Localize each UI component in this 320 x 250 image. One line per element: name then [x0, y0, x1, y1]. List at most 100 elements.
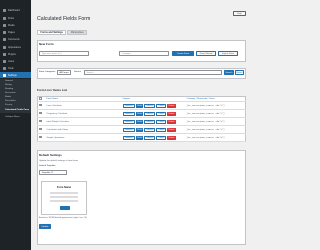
sidebar-item-comments[interactable]: Comments — [0, 36, 31, 42]
template-select[interactable]: Template #1 — [39, 170, 67, 175]
settings-icon — [3, 73, 6, 77]
delete-button[interactable]: Delete — [167, 127, 176, 132]
preview-caption: Based on: WCFB default appearance (style… — [39, 217, 87, 219]
clone-button[interactable]: Clone — [156, 135, 167, 140]
category-input[interactable]: Category — [119, 51, 169, 56]
entries-button[interactable]: Entries — [144, 119, 156, 124]
select-all-checkbox[interactable] — [39, 97, 42, 100]
plugins-icon — [3, 52, 6, 56]
rename-button[interactable]: Rename — [122, 127, 136, 132]
build-button[interactable]: Build — [135, 127, 144, 132]
sidebar-item-appearance[interactable]: Appearance — [0, 44, 31, 50]
tab-bar: Forms and Settings Marketplace — [37, 30, 88, 35]
new-form-heading: New Form — [39, 42, 54, 46]
rename-button[interactable]: Rename — [122, 135, 136, 140]
shortcode-cell: [CP_CALCULATED_FIELDS id="1"] — [185, 101, 246, 110]
table-row: Pregnancy Calculator Rename Build Entries Cl… — [37, 109, 246, 118]
clone-button[interactable]: Clone — [156, 119, 167, 124]
form-name-link[interactable]: Loan Calculator — [47, 105, 62, 107]
options-cell: Rename Build Entries Clone Delete — [121, 109, 186, 118]
form-name-cell: Simple Operations — [45, 133, 122, 142]
build-button[interactable]: Build — [135, 103, 144, 108]
template-label: Default Template — [39, 165, 56, 167]
forms-table: Form Name Options Category / Shortcode /… — [37, 96, 246, 142]
form-name-cell: Calculation with Steps — [45, 125, 122, 134]
submenu-calculated-fields-form[interactable]: Calculated Fields Form — [0, 107, 31, 113]
sidebar-item-settings[interactable]: Settings — [0, 72, 31, 78]
tab-marketplace[interactable]: Marketplace — [67, 30, 88, 35]
comments-icon — [3, 37, 6, 41]
row-checkbox[interactable] — [39, 111, 42, 115]
delete-button[interactable]: Delete — [167, 103, 176, 108]
entries-button[interactable]: Entries — [144, 111, 156, 116]
update-defaults-button[interactable]: Update — [39, 224, 51, 229]
entries-button[interactable]: Entries — [144, 103, 156, 108]
row-select[interactable] — [37, 133, 46, 142]
reset-button[interactable]: Reset — [235, 70, 244, 75]
row-select[interactable] — [37, 125, 46, 134]
rename-button[interactable]: Rename — [122, 103, 136, 108]
sidebar-item-plugins[interactable]: Plugins — [0, 51, 31, 57]
row-select[interactable] — [37, 101, 46, 110]
collapse-menu[interactable]: Collapse Menu — [0, 115, 31, 119]
row-select[interactable] — [37, 109, 46, 118]
sidebar-item-users[interactable]: Users — [0, 58, 31, 64]
posts-icon — [3, 16, 6, 20]
row-checkbox[interactable] — [39, 135, 42, 139]
form-wizard-button[interactable]: Form Wizard — [196, 51, 216, 56]
table-row: Simple Operations Rename Build Entries Clone… — [37, 133, 246, 142]
admin-sidebar: Dashboard Posts Media Pages Comments App… — [0, 0, 31, 250]
search-button[interactable]: Search — [224, 70, 234, 75]
pages-icon — [3, 30, 6, 34]
sidebar-item-tools[interactable]: Tools — [0, 65, 31, 71]
build-button[interactable]: Build — [135, 119, 144, 124]
shortcode-cell: [CP_CALCULATED_FIELDS id="3"] — [185, 117, 246, 126]
tools-icon — [3, 66, 6, 70]
form-name-link[interactable]: Simple Operations — [47, 137, 65, 139]
page-title: Calculated Fields Form — [37, 16, 91, 22]
tab-forms-settings[interactable]: Forms and Settings — [37, 30, 67, 35]
import-form-button[interactable]: Import Form — [218, 51, 238, 56]
main-content: Calculated Fields Form Help Forms and Se… — [31, 0, 250, 250]
table-row: Calculation with Steps Rename Build Entries… — [37, 125, 246, 134]
media-icon — [3, 23, 6, 27]
category-filter-label: Form Categories — [39, 71, 56, 73]
preview-submit — [60, 206, 70, 210]
build-button[interactable]: Build — [135, 111, 144, 116]
search-input[interactable]: Search — [84, 70, 222, 75]
default-settings-heading: Default Settings — [39, 153, 62, 157]
sidebar-item-pages[interactable]: Pages — [0, 29, 31, 35]
clone-button[interactable]: Clone — [156, 111, 167, 116]
form-name-link[interactable]: Pregnancy Calculator — [47, 113, 68, 115]
category-select[interactable]: All Forms — [57, 70, 71, 75]
form-name-cell: Pregnancy Calculator — [45, 109, 122, 118]
entries-button[interactable]: Entries — [144, 135, 156, 140]
row-checkbox[interactable] — [39, 103, 42, 107]
row-select[interactable] — [37, 117, 46, 126]
dashboard-icon — [3, 8, 6, 12]
form-name-input[interactable]: Type form name (1-) — [39, 51, 89, 56]
rename-button[interactable]: Rename — [122, 111, 136, 116]
entries-button[interactable]: Entries — [144, 127, 156, 132]
sidebar-item-dashboard[interactable]: Dashboard — [0, 7, 31, 13]
sidebar-item-posts[interactable]: Posts — [0, 15, 31, 21]
delete-button[interactable]: Delete — [167, 111, 176, 116]
row-checkbox[interactable] — [39, 127, 42, 131]
table-row: Loan Calculator Rename Build Entries Clone De… — [37, 101, 246, 110]
form-name-link[interactable]: Ideal Weight Calculator — [47, 121, 70, 123]
row-checkbox[interactable] — [39, 119, 42, 123]
sidebar-item-media[interactable]: Media — [0, 22, 31, 28]
form-name-cell: Loan Calculator — [45, 101, 122, 110]
create-form-button[interactable]: Create Form — [172, 51, 194, 56]
clone-button[interactable]: Clone — [156, 127, 167, 132]
form-name-link[interactable]: Calculation with Steps — [47, 129, 69, 131]
preview-field-3 — [50, 200, 78, 202]
delete-button[interactable]: Delete — [167, 119, 176, 124]
options-cell: Rename Build Entries Clone Delete — [121, 133, 186, 142]
delete-button[interactable]: Delete — [167, 135, 176, 140]
help-button[interactable]: Help — [233, 11, 246, 16]
build-button[interactable]: Build — [135, 135, 144, 140]
options-cell: Rename Build Entries Clone Delete — [121, 117, 186, 126]
rename-button[interactable]: Rename — [122, 119, 136, 124]
clone-button[interactable]: Clone — [156, 103, 167, 108]
